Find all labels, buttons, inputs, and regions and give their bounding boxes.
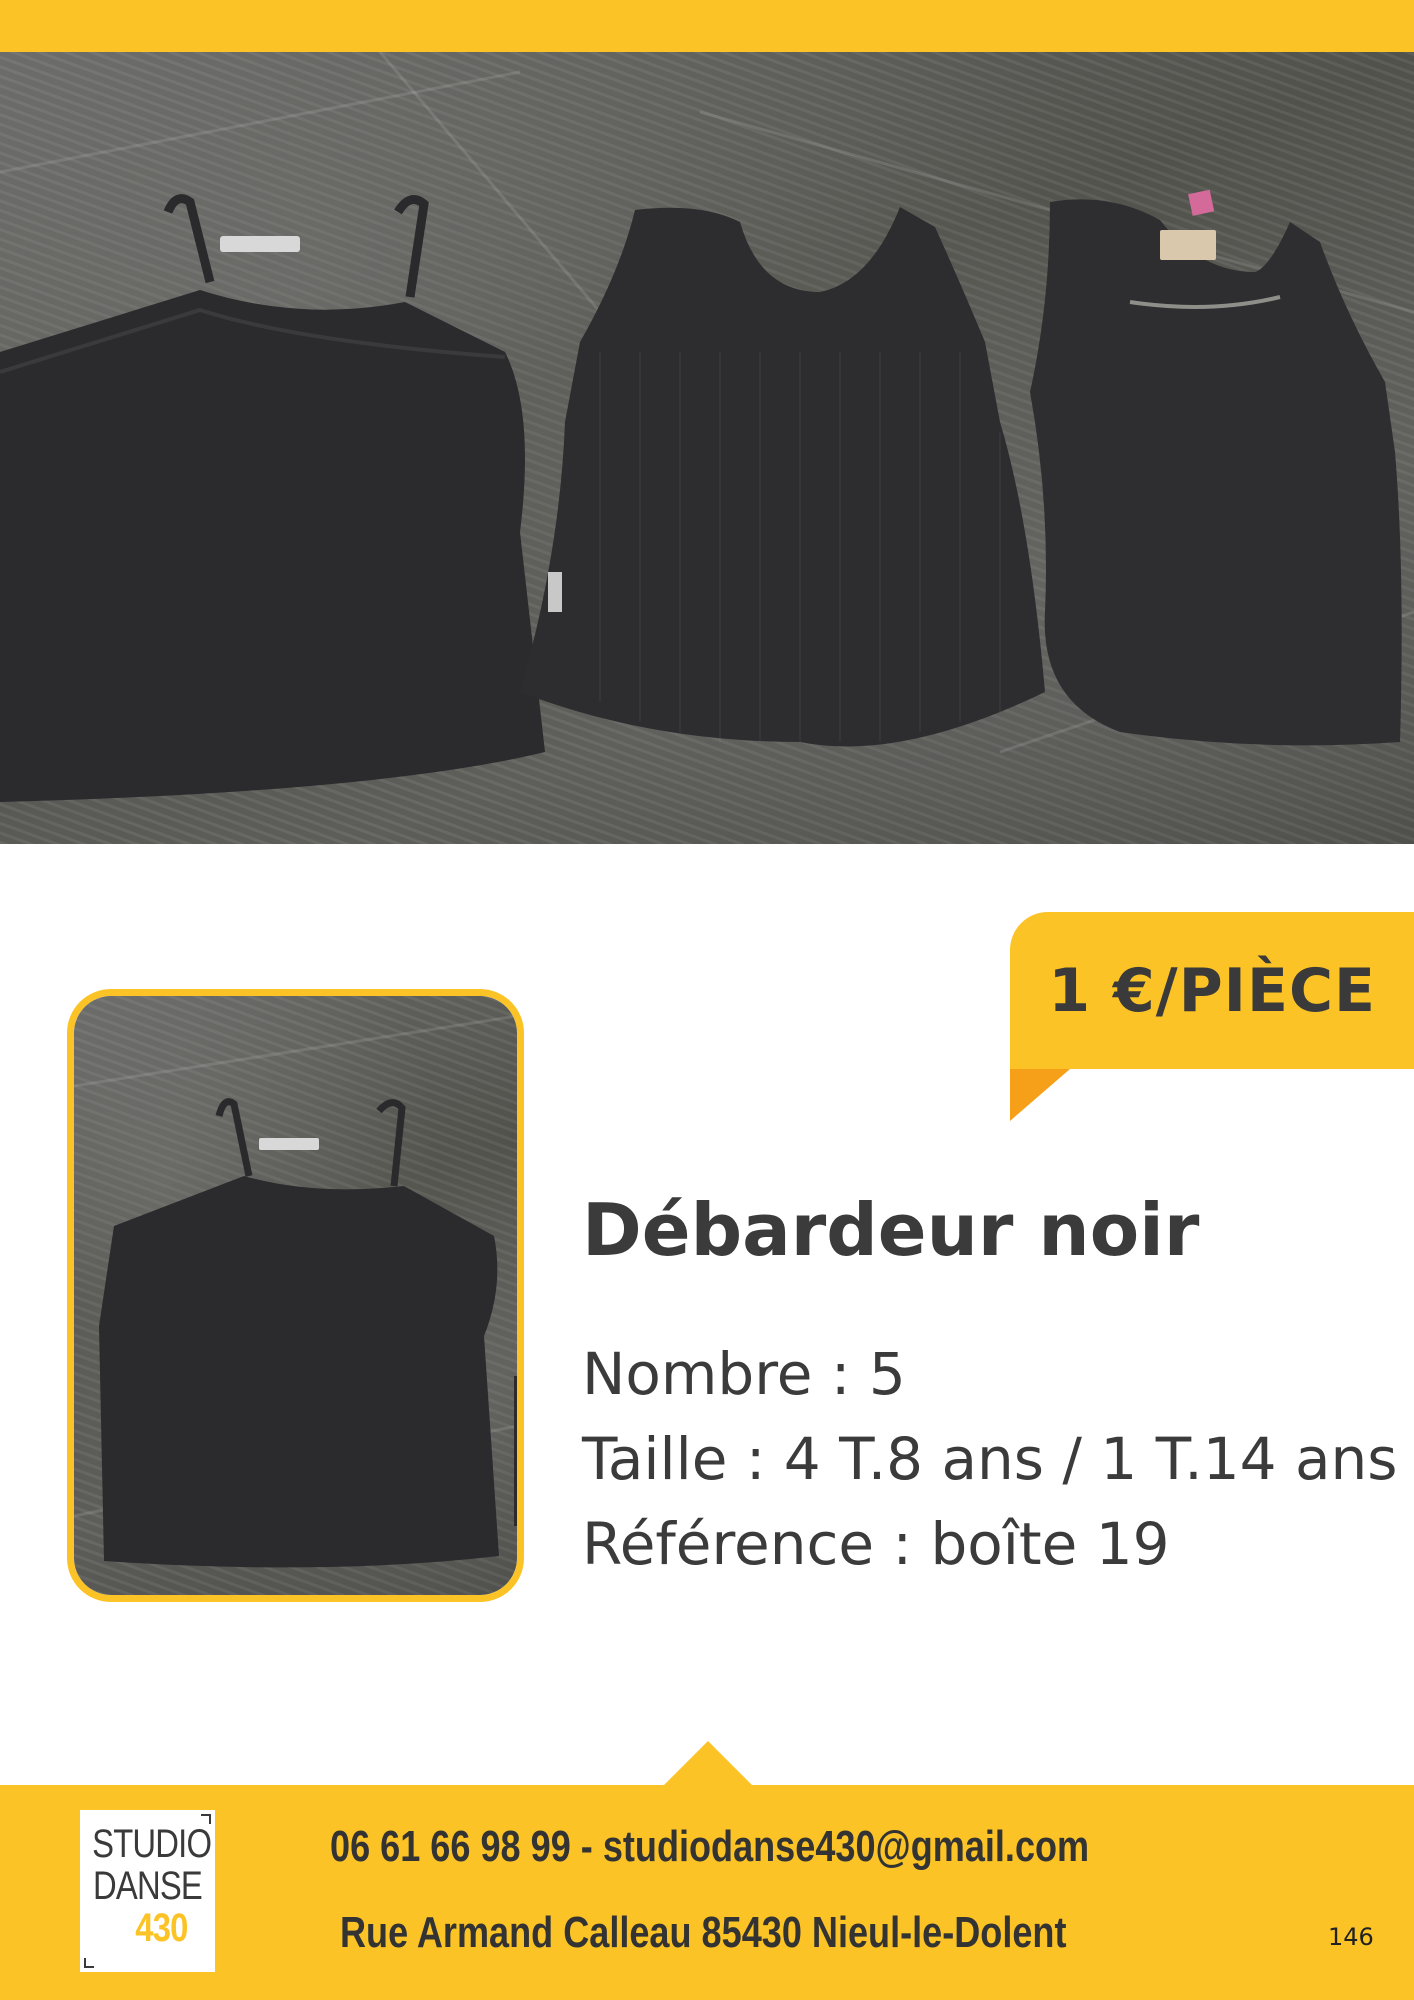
tank-top-middle-image xyxy=(520,207,1045,747)
contact-info: 06 61 66 98 99 - studiodanse430@gmail.co… xyxy=(330,1822,1090,1871)
product-reference: Référence : boîte 19 xyxy=(582,1510,1170,1578)
tank-top-right-image xyxy=(1030,189,1402,746)
logo-line-studio: STUDIO xyxy=(92,1822,212,1866)
studio-address: Rue Armand Calleau 85430 Nieul-le-Dolent xyxy=(340,1908,1067,1957)
camisole-top-image xyxy=(0,194,545,802)
thumbnail-photo xyxy=(74,996,517,1595)
logo-line-danse: DANSE xyxy=(93,1864,203,1908)
price-label: 1 €/PIÈCE xyxy=(1048,955,1376,1026)
logo-corner-bottom-left xyxy=(84,1958,94,1968)
camisole-thumbnail-image xyxy=(99,1098,517,1568)
logo-line-number: 430 xyxy=(135,1906,188,1950)
footer-notch xyxy=(663,1741,753,1786)
studio-logo: STUDIO DANSE 430 xyxy=(80,1810,215,1972)
product-count: Nombre : 5 xyxy=(582,1340,906,1408)
top-accent-bar xyxy=(0,0,1414,52)
product-size: Taille : 4 T.8 ans / 1 T.14 ans xyxy=(582,1425,1398,1493)
price-tag-fold xyxy=(1010,1069,1070,1121)
price-tag: 1 €/PIÈCE xyxy=(1010,912,1414,1069)
page-number: 146 xyxy=(1328,1923,1374,1951)
hero-photo xyxy=(0,52,1414,844)
product-title: Débardeur noir xyxy=(582,1188,1200,1272)
product-thumbnail xyxy=(67,989,524,1602)
